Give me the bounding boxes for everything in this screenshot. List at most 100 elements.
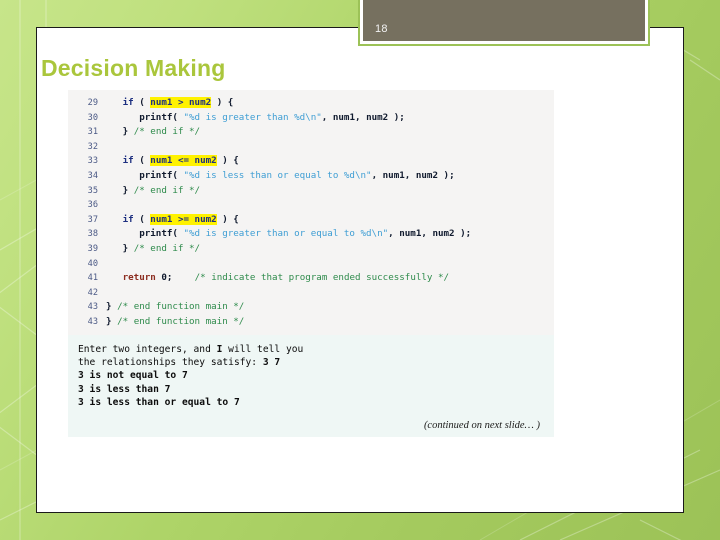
continued-note: (continued on next slide… ) (423, 419, 540, 431)
code-line-text: printf( "%d is greater than %d\n", num1,… (106, 111, 405, 126)
code-line-number: 32 (87, 141, 98, 152)
code-token-hl: num1 > num2 (150, 97, 212, 108)
code-token-var: num2 (432, 228, 455, 240)
code-line-text: printf( "%d is greater than or equal to … (106, 227, 471, 242)
code-line-text: } /* end if */ (106, 125, 200, 140)
code-token-hl: num1 >= num2 (150, 213, 217, 225)
presentation-slide: 18 Decision Making 29 if ( num1 > num2 )… (0, 0, 720, 540)
code-token-punc: ) { (216, 155, 239, 167)
code-line: 29 if ( num1 > num2 ) { (68, 96, 554, 111)
code-line-text: printf( "%d is less than or equal to %d\… (106, 169, 455, 184)
code-line-text: if ( num1 >= num2 ) { (106, 213, 239, 228)
code-token-str: "%d is greater than or equal to %d\n" (183, 228, 389, 240)
code-line: 30 printf( "%d is greater than %d\n", nu… (68, 111, 554, 126)
code-token-punc: , (321, 111, 333, 123)
code-token-var: num1 (399, 228, 422, 240)
output-line: 3 is less than or equal to 7 (68, 396, 554, 409)
code-token-punc: , (355, 111, 367, 123)
code-line-text: } /* end if */ (106, 184, 200, 199)
code-line-number: 29 (87, 98, 98, 108)
code-line-number: 40 (87, 258, 98, 269)
code-line-number: 43 (87, 316, 98, 327)
code-token-cmt: /* end if */ (133, 242, 201, 254)
code-line: 43 } /* end function main */ (68, 300, 554, 315)
code-line-number: 34 (87, 170, 98, 181)
output-text: the relationships they satisfy: (78, 356, 263, 368)
code-line-number: 43 (87, 302, 98, 313)
code-line: 33 if ( num1 <= num2 ) { (68, 154, 554, 169)
code-line: 31 } /* end if */ (68, 125, 554, 140)
code-token-kw: if (122, 155, 134, 167)
output-text: will tell you (222, 343, 304, 355)
code-line-number: 31 (87, 127, 98, 138)
code-token-fn: printf (139, 228, 173, 240)
code-line-number: 36 (87, 200, 98, 211)
code-token-cmt: /* end if */ (133, 184, 201, 196)
code-line-number: 30 (87, 112, 98, 123)
code-token-punc: ); (454, 228, 472, 240)
code-listing: 29 if ( num1 > num2 ) {30 printf( "%d is… (68, 90, 554, 335)
code-line: 39 } /* end if */ (68, 242, 554, 257)
code-line-text: } /* end function main */ (106, 300, 244, 315)
code-token-punc: , (404, 169, 416, 181)
output-text: Enter two integers, and (78, 343, 217, 355)
slide-number-banner: 18 (358, 0, 650, 46)
output-line: 3 is not equal to 7 (68, 369, 554, 382)
code-token-hl: num1 <= num2 (150, 155, 217, 167)
page-title: Decision Making (41, 55, 226, 81)
code-token-punc: ) { (211, 97, 234, 108)
program-output: Enter two integers, and I will tell you t… (68, 334, 554, 437)
code-token-cmt: /* end if */ (133, 126, 201, 138)
output-text: 3 is not equal to 7 (78, 370, 188, 382)
code-line-text: } /* end if */ (106, 242, 200, 257)
code-line-number: 37 (87, 214, 98, 225)
code-line-number: 33 (87, 156, 98, 167)
code-token-var: num2 (366, 111, 389, 123)
code-line-number: 39 (87, 243, 98, 254)
code-token-punc: , (421, 228, 433, 240)
code-line: 34 printf( "%d is less than or equal to … (68, 169, 554, 184)
code-line: 37 if ( num1 >= num2 ) { (68, 213, 554, 228)
code-token-punc: ( (133, 155, 151, 167)
output-text: 3 7 (262, 356, 281, 368)
code-token-punc: , (388, 228, 400, 240)
code-line-number: 41 (87, 273, 98, 284)
code-token-str: "%d is greater than %d\n" (183, 111, 322, 123)
code-token-ret: return (122, 272, 156, 284)
code-line: 40 (68, 257, 554, 272)
code-line-number: 42 (87, 287, 98, 298)
output-line: 3 is less than 7 (68, 383, 554, 396)
code-token-kw: if (122, 97, 134, 108)
code-line: 43} /* end function main */ (68, 315, 554, 330)
code-token-punc: ( (172, 111, 184, 123)
code-token-punc: ( (172, 228, 184, 240)
code-token-fn: printf (139, 169, 173, 181)
code-token-punc: , (371, 169, 383, 181)
code-line: 36 (68, 198, 554, 213)
output-line: the relationships they satisfy: 3 7 (68, 356, 554, 369)
code-token-punc: ); (438, 169, 455, 181)
code-token-punc: ( (133, 97, 151, 108)
code-line-text: if ( num1 <= num2 ) { (106, 154, 239, 169)
output-lines: Enter two integers, and I will tell you t… (68, 343, 554, 410)
code-token-kw: if (122, 213, 134, 225)
code-line-text: if ( num1 > num2 ) { (106, 96, 233, 111)
output-text: 3 is less than or equal to 7 (78, 397, 240, 409)
code-token-punc: ); (388, 111, 405, 123)
code-line: 32 (68, 140, 554, 155)
slide-content-panel: Decision Making 29 if ( num1 > num2 ) {3… (36, 27, 684, 513)
code-line-number: 38 (87, 229, 98, 240)
code-line-text: return 0; /* indicate that program ended… (106, 271, 449, 286)
code-token-cmt: /* end function main */ (117, 315, 245, 327)
code-token-cmt: /* end function main */ (117, 301, 245, 313)
code-token-punc: ) { (216, 213, 239, 225)
code-token-punc: ( (172, 169, 184, 181)
